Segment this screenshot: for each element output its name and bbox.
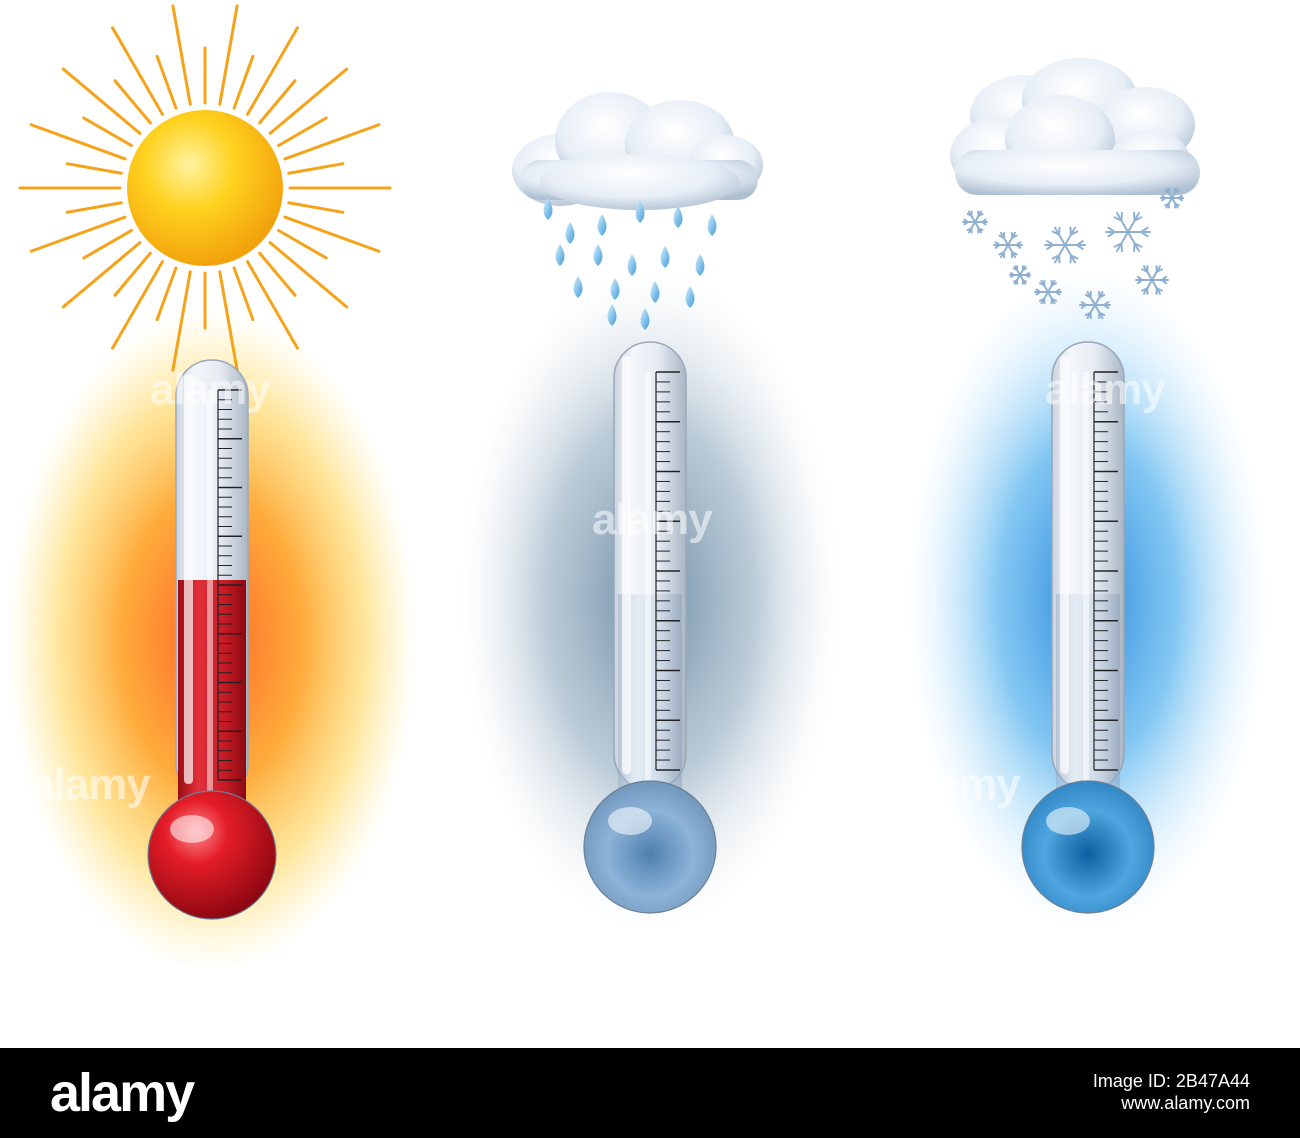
image-meta: Image ID: 2B47A44 www.alamy.com	[1093, 1070, 1250, 1114]
snowflake-icon	[993, 231, 1023, 259]
bulb-highlight	[608, 807, 652, 835]
tube-highlight	[1060, 356, 1069, 774]
image-id: Image ID: 2B47A44	[1092, 1071, 1250, 1091]
snowflake-icon	[1105, 211, 1151, 253]
brand-logo: alamy	[50, 1063, 195, 1123]
snowflake-icon	[1044, 226, 1086, 264]
sun-ray	[232, 54, 255, 110]
capillary	[207, 390, 213, 820]
sun-ray	[287, 201, 345, 214]
thermometer-bulb	[147, 790, 277, 920]
raindrop-icon	[593, 244, 603, 266]
raindrop-icon	[707, 214, 717, 236]
sun-ray	[111, 26, 164, 116]
snowflake-icon	[1009, 265, 1031, 285]
sun-ray	[29, 215, 127, 253]
illustration: alamy alamy alamy alamy alamy	[0, 0, 1300, 1048]
tube-highlight	[622, 356, 631, 774]
sun-ray	[61, 67, 142, 135]
sun-ray	[283, 215, 381, 253]
raindrop-icon	[673, 206, 683, 228]
sun-ray	[155, 266, 178, 322]
sun-ray	[268, 67, 349, 135]
sun-ray	[29, 123, 127, 161]
sun-ray	[65, 162, 123, 175]
raindrop-icon	[695, 254, 705, 276]
sun-ray	[232, 266, 255, 322]
footer-bar: alamy Image ID: 2B47A44 www.alamy.com	[0, 1048, 1300, 1138]
bulb-highlight	[1046, 807, 1090, 835]
raindrop-icon	[660, 246, 670, 268]
bulb-highlight	[170, 815, 214, 843]
thermometer-illustration	[7, 4, 1268, 970]
snowflake-icon	[962, 210, 988, 234]
sun-icon	[18, 4, 392, 372]
tube-highlight	[184, 374, 193, 784]
raindrop-icon	[565, 222, 575, 244]
thermometer-bulb	[583, 780, 717, 914]
sun-ray	[246, 26, 299, 116]
site-url: www.alamy.com	[1121, 1093, 1250, 1113]
sun-ray	[171, 4, 192, 106]
sun-ray	[218, 4, 239, 106]
capillary	[645, 372, 651, 810]
sun-ray	[283, 123, 381, 161]
sun-ray	[268, 241, 349, 309]
raindrop-icon	[555, 244, 565, 266]
capillary	[1083, 372, 1089, 810]
sun-ray	[61, 241, 142, 309]
thermometer-bulb	[1021, 780, 1155, 914]
raindrop-icon	[597, 214, 607, 236]
sun-ray	[65, 201, 123, 214]
sun-ray	[287, 162, 345, 175]
sun-ray	[155, 54, 178, 110]
